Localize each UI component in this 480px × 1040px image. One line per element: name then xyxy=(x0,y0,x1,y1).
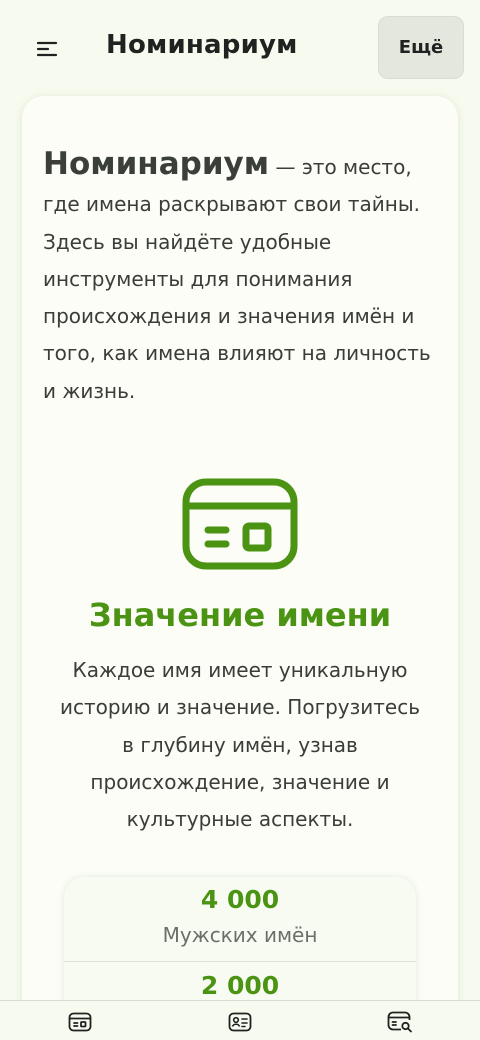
intro-text: — это место, где имена раскрывают свои т… xyxy=(43,155,431,403)
name-card-icon xyxy=(182,478,298,570)
app-title: Номинариум xyxy=(106,30,298,60)
menu-button[interactable] xyxy=(30,32,64,66)
stat-male-names: 4 000 Мужских имён xyxy=(64,883,416,951)
stat-value: 4 000 xyxy=(200,885,280,914)
nav-item-profile[interactable] xyxy=(220,1009,260,1035)
more-button[interactable]: Ещё xyxy=(378,16,464,79)
card-search-icon xyxy=(387,1011,412,1033)
app-header: Номинариум Ещё xyxy=(0,0,480,96)
stat-value: 2 000 xyxy=(200,971,280,1000)
menu-icon xyxy=(36,41,58,57)
nav-item-name-meaning[interactable] xyxy=(60,1009,100,1035)
feature-description: Каждое имя имеет уникальную историю и зн… xyxy=(60,658,420,832)
nav-item-search[interactable] xyxy=(380,1009,420,1035)
feature-title: Значение имени xyxy=(88,596,392,634)
intro-paragraph: Номинариум — это место, где имена раскры… xyxy=(43,146,443,410)
stat-divider xyxy=(64,961,416,962)
name-card-icon xyxy=(68,1012,92,1032)
stat-label: Мужских имён xyxy=(162,923,318,947)
intro-brand: Номинариум xyxy=(43,146,270,182)
bottom-navigation xyxy=(0,1000,480,1040)
content-card: Номинариум — это место, где имена раскры… xyxy=(22,96,458,1040)
id-card-icon xyxy=(228,1012,252,1032)
